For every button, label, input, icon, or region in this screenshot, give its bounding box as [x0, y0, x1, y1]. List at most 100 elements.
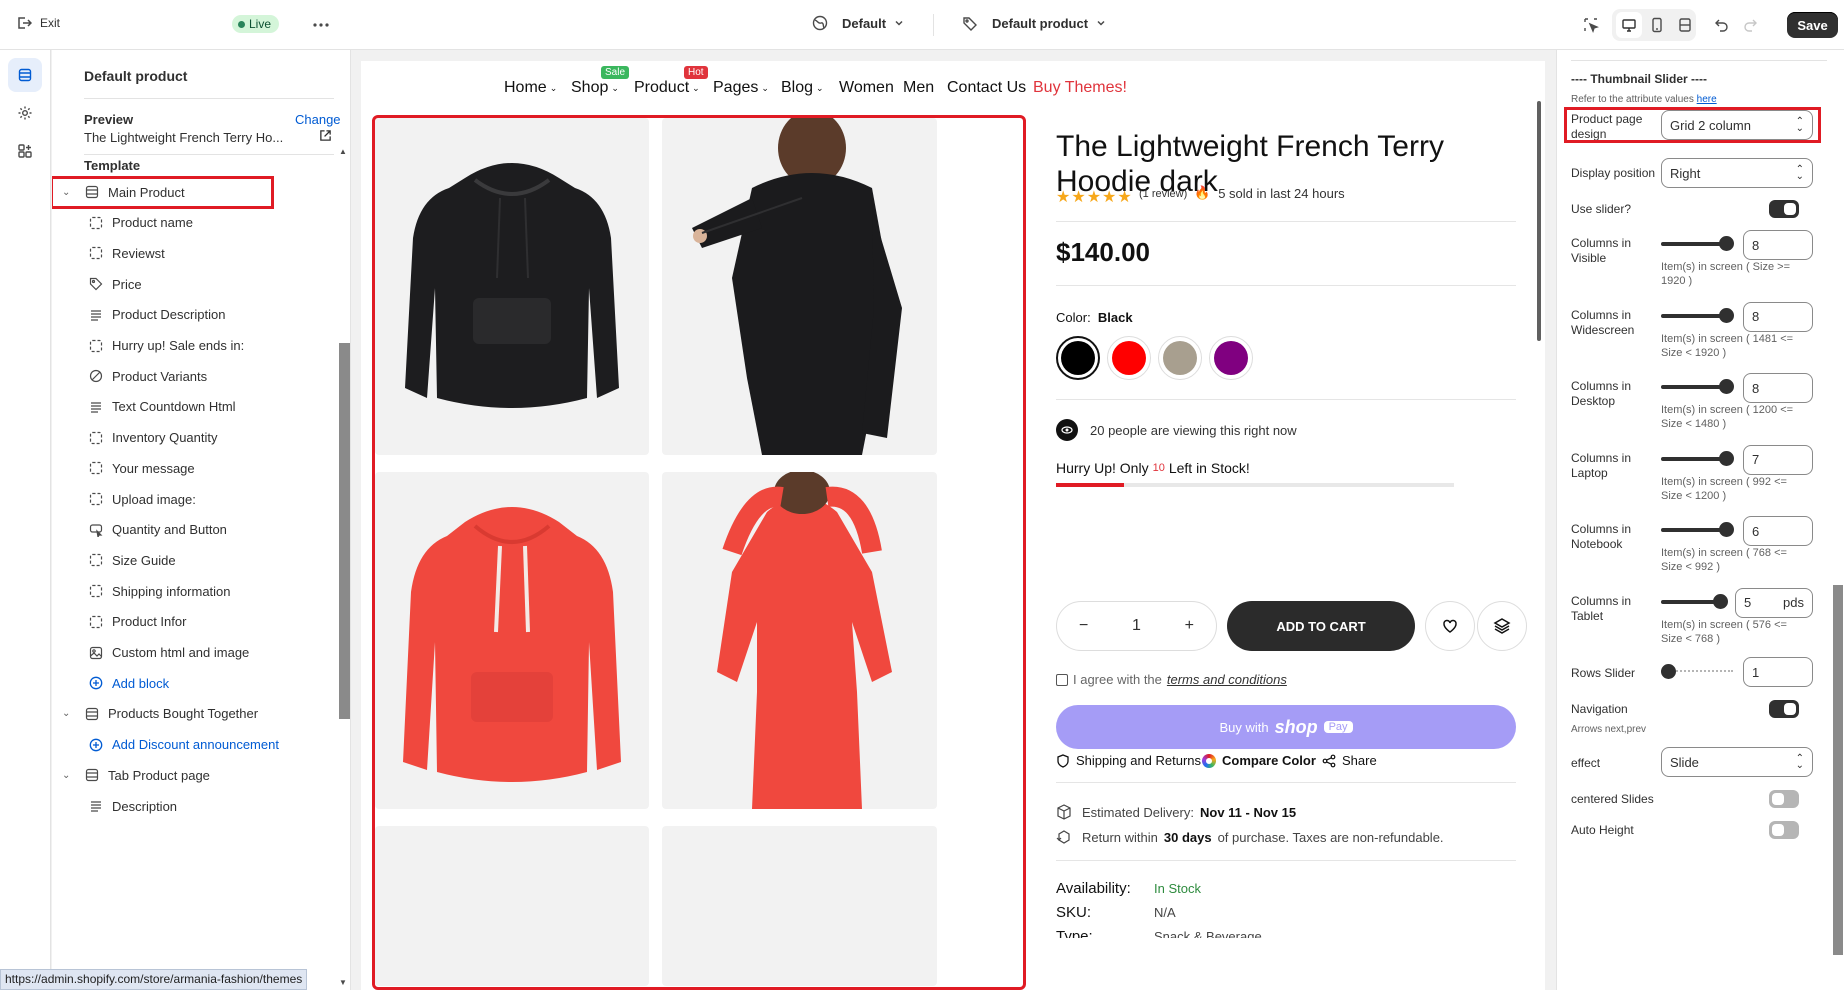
sections-tab[interactable] [8, 58, 42, 92]
apps-tab[interactable] [8, 134, 42, 168]
tree-item-product-name[interactable]: Product name [62, 208, 332, 238]
nav-contact[interactable]: Contact Us [947, 79, 1026, 97]
use-slider-toggle[interactable] [1769, 200, 1799, 218]
shipping-returns-link[interactable]: Shipping and Returns [1056, 753, 1201, 768]
open-external-button[interactable] [319, 129, 332, 145]
tree-item-tab-product-page[interactable]: ⌄ Tab Product page [62, 760, 332, 790]
tree-item-upload-image[interactable]: Upload image: [62, 484, 332, 514]
rows-input[interactable]: 1 [1743, 657, 1813, 687]
tree-item-hurry-up-sale-ends-in[interactable]: Hurry up! Sale ends in: [62, 331, 332, 361]
nav-product[interactable]: Product ⌄ [634, 79, 700, 97]
mobile-view-button[interactable] [1644, 12, 1670, 38]
slider-knob[interactable] [1719, 379, 1734, 394]
auto-height-toggle[interactable] [1769, 821, 1799, 839]
tree-item-shipping-information[interactable]: Shipping information [62, 576, 332, 606]
swatch-beige[interactable] [1158, 336, 1202, 380]
columns-slider[interactable] [1661, 236, 1734, 251]
tree-item-add-block[interactable]: Add block [62, 668, 332, 698]
theme-settings-tab[interactable] [8, 96, 42, 130]
centered-slides-toggle[interactable] [1769, 790, 1799, 808]
terms-agreement[interactable]: I agree with the terms and conditions [1056, 672, 1287, 687]
fullwidth-view-button[interactable] [1672, 12, 1698, 38]
review-count[interactable]: (1 review) [1139, 188, 1187, 200]
slider-knob[interactable] [1719, 522, 1734, 537]
columns-slider[interactable] [1661, 522, 1734, 537]
sidebar-scrollbar[interactable] [339, 343, 350, 719]
chevron-down-icon[interactable]: ⌄ [62, 770, 74, 781]
exit-button[interactable]: Exit [16, 15, 60, 31]
tree-item-add-discount-announcement[interactable]: Add Discount announcement [62, 730, 332, 760]
nav-blog[interactable]: Blog ⌄ [781, 79, 824, 97]
tree-item-description[interactable]: Description [62, 791, 332, 821]
compare-button[interactable] [1477, 601, 1527, 651]
slider-knob[interactable] [1713, 593, 1728, 609]
tree-item-products-bought-together[interactable]: ⌄ Products Bought Together [62, 699, 332, 729]
redo-button[interactable] [1737, 12, 1763, 38]
tree-item-reviewst[interactable]: Reviewst [62, 238, 332, 268]
navigation-toggle[interactable] [1769, 700, 1799, 718]
nav-women[interactable]: Women [839, 79, 894, 97]
rows-slider-knob[interactable] [1661, 664, 1676, 679]
tree-item-size-guide[interactable]: Size Guide [62, 545, 332, 575]
tree-item-product-description[interactable]: Product Description [62, 300, 332, 330]
panel-scrollbar[interactable] [1833, 585, 1843, 955]
tree-item-inventory-quantity[interactable]: Inventory Quantity [62, 423, 332, 453]
columns-input[interactable]: 8 [1743, 301, 1813, 332]
tree-item-price[interactable]: Price [62, 269, 332, 299]
compare-color-link[interactable]: Compare Color [1202, 753, 1316, 768]
save-button[interactable]: Save [1787, 12, 1838, 38]
desktop-view-button[interactable] [1616, 12, 1642, 38]
swatch-red[interactable] [1107, 336, 1151, 380]
change-preview-link[interactable]: Change [295, 112, 341, 127]
columns-input[interactable]: 8 [1743, 373, 1813, 403]
columns-input[interactable]: 5 pds [1735, 587, 1813, 618]
columns-input[interactable]: 6 [1743, 516, 1813, 546]
quantity-stepper[interactable]: − 1 + [1056, 601, 1217, 651]
quantity-value[interactable]: 1 [1132, 617, 1141, 635]
columns-slider[interactable] [1661, 450, 1734, 466]
plus-icon[interactable]: + [1185, 617, 1194, 635]
nav-buy-themes[interactable]: Buy Themes! [1033, 79, 1127, 97]
columns-input[interactable]: 7 [1743, 444, 1813, 475]
more-actions-button[interactable] [308, 12, 334, 38]
nav-shop[interactable]: Shop ⌄ [571, 79, 619, 97]
columns-slider[interactable] [1661, 593, 1728, 609]
columns-slider[interactable] [1661, 379, 1734, 394]
add-to-cart-button[interactable]: ADD TO CART [1227, 601, 1415, 651]
theme-selector[interactable]: Default [812, 15, 904, 31]
terms-link[interactable]: terms and conditions [1167, 672, 1287, 687]
slider-knob[interactable] [1719, 236, 1734, 251]
columns-input[interactable]: 8 [1743, 230, 1813, 260]
refer-here-link[interactable]: here [1697, 94, 1717, 105]
shop-pay-button[interactable]: Buy with shop Pay [1056, 705, 1516, 749]
tree-item-product-infor[interactable]: Product Infor [62, 607, 332, 637]
position-select[interactable]: Right ⌃ ⌄ [1661, 158, 1813, 188]
slider-knob[interactable] [1719, 450, 1734, 466]
position-label: Display position [1571, 166, 1656, 180]
tree-item-product-variants[interactable]: Product Variants [62, 361, 332, 391]
columns-slider[interactable] [1661, 307, 1734, 323]
nav-home[interactable]: Home ⌄ [504, 79, 557, 97]
swatch-purple[interactable] [1209, 336, 1253, 380]
wishlist-button[interactable] [1425, 601, 1475, 651]
scroll-up-arrow-icon[interactable]: ▲ [339, 147, 347, 156]
scroll-down-arrow-icon[interactable]: ▼ [339, 978, 347, 987]
chevron-down-icon[interactable]: ⌄ [62, 708, 74, 719]
share-link[interactable]: Share [1322, 753, 1377, 768]
template-selector[interactable]: Default product [962, 15, 1106, 31]
terms-checkbox[interactable] [1056, 673, 1068, 686]
swatch-black[interactable] [1056, 336, 1100, 380]
tree-item-your-message[interactable]: Your message [62, 453, 332, 483]
preview-product-value: The Lightweight French Terry Ho... [84, 130, 284, 145]
preview-scrollbar[interactable] [1537, 101, 1541, 341]
nav-men[interactable]: Men [903, 79, 934, 97]
nav-pages[interactable]: Pages ⌄ [713, 79, 769, 97]
effect-select[interactable]: Slide ⌃ ⌄ [1661, 747, 1813, 777]
minus-icon[interactable]: − [1079, 617, 1088, 635]
tree-item-quantity-and-button[interactable]: Quantity and Button [62, 515, 332, 545]
tree-item-custom-html-and-image[interactable]: Custom html and image [62, 638, 332, 668]
inspector-button[interactable] [1578, 12, 1604, 38]
undo-button[interactable] [1709, 12, 1735, 38]
slider-knob[interactable] [1719, 307, 1734, 323]
tree-item-text-countdown-html[interactable]: Text Countdown Html [62, 392, 332, 422]
